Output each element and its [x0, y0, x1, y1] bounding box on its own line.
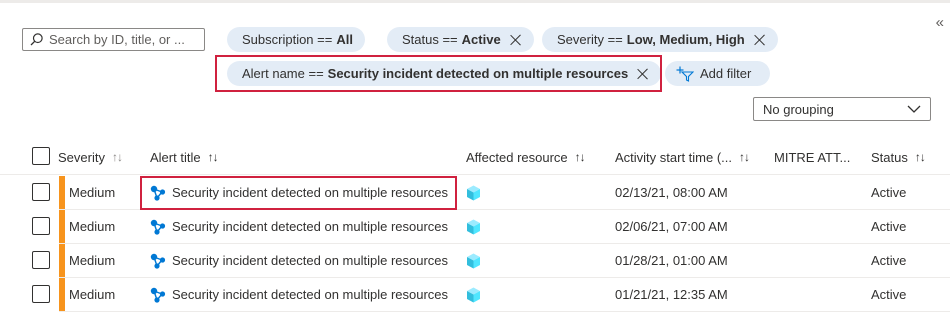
add-filter-label: Add filter	[700, 66, 752, 81]
severity-cell: Medium	[69, 185, 116, 200]
severity-cell: Medium	[69, 287, 116, 302]
search-icon	[30, 33, 43, 46]
severity-indicator	[59, 244, 65, 277]
alert-title: Security incident detected on multiple r…	[172, 219, 449, 234]
search-box[interactable]	[22, 28, 205, 51]
collapse-panel-icon[interactable]: «	[936, 14, 944, 31]
column-label: MITRE ATT...	[774, 149, 851, 165]
grouping-selected: No grouping	[763, 101, 834, 117]
add-filter-button[interactable]: Add filter	[665, 61, 770, 86]
filter-value: All	[336, 32, 353, 47]
filter-label: Severity ==	[557, 32, 623, 47]
filter-value: Active	[461, 32, 501, 47]
select-all-checkbox[interactable]	[32, 147, 50, 165]
chevron-down-icon	[907, 105, 921, 113]
severity-cell: Medium	[69, 219, 116, 234]
filter-value: Low, Medium, High	[626, 32, 745, 47]
activity-start-cell: 01/21/21, 12:35 AM	[615, 287, 728, 302]
table-row[interactable]: Medium Security incident detected on mul…	[0, 210, 950, 244]
status-cell: Active	[871, 287, 907, 302]
cube-icon[interactable]	[466, 185, 481, 201]
column-header-activity-start[interactable]: Activity start time (... ↑↓	[615, 140, 750, 174]
column-label: Affected resource	[466, 149, 568, 165]
row-checkbox[interactable]	[32, 285, 50, 303]
severity-cell: Medium	[69, 253, 116, 268]
top-divider	[0, 0, 950, 3]
row-checkbox[interactable]	[32, 217, 50, 235]
alert-title: Security incident detected on multiple r…	[172, 253, 449, 268]
row-checkbox[interactable]	[32, 183, 50, 201]
sort-icon[interactable]: ↑↓	[915, 150, 926, 164]
severity-indicator	[59, 210, 65, 243]
activity-start-cell: 02/13/21, 08:00 AM	[615, 185, 728, 200]
status-cell: Active	[871, 219, 907, 234]
column-label: Alert title	[150, 149, 201, 165]
column-header-status[interactable]: Status ↑↓	[871, 140, 926, 174]
close-icon[interactable]	[754, 34, 766, 46]
alert-title-link[interactable]: Security incident detected on multiple r…	[150, 287, 448, 303]
filter-pill-severity[interactable]: Severity == Low, Medium, High	[542, 27, 778, 52]
activity-start-cell: 01/28/21, 01:00 AM	[615, 253, 728, 268]
cube-icon[interactable]	[466, 253, 481, 269]
sort-icon[interactable]: ↑↓	[575, 150, 586, 164]
alert-title-link[interactable]: Security incident detected on multiple r…	[150, 219, 448, 235]
grouping-dropdown[interactable]: No grouping	[753, 97, 931, 121]
incident-icon	[150, 219, 166, 235]
alert-title-link[interactable]: Security incident detected on multiple r…	[150, 253, 448, 269]
cube-icon[interactable]	[466, 219, 481, 235]
column-label: Activity start time (...	[615, 149, 733, 165]
column-header-mitre[interactable]: MITRE ATT...	[774, 140, 850, 174]
status-cell: Active	[871, 253, 907, 268]
filter-pill-subscription[interactable]: Subscription == All	[227, 27, 365, 52]
header-divider	[0, 174, 950, 175]
close-icon[interactable]	[510, 34, 522, 46]
search-input[interactable]	[49, 32, 199, 47]
highlight-box-filter	[215, 55, 662, 92]
filter-pill-status[interactable]: Status == Active	[387, 27, 534, 52]
alert-title: Security incident detected on multiple r…	[172, 287, 449, 302]
column-label: Status	[871, 149, 908, 165]
incident-icon	[150, 253, 166, 269]
sort-icon[interactable]: ↑↓	[739, 150, 750, 164]
column-label: Severity	[58, 149, 105, 165]
column-header-alert-title[interactable]: Alert title ↑↓	[150, 140, 219, 174]
filter-label: Status ==	[402, 32, 458, 47]
add-filter-icon	[676, 66, 694, 82]
row-checkbox[interactable]	[32, 251, 50, 269]
highlight-box-alert-title	[140, 176, 457, 210]
table-row[interactable]: Medium Security incident detected on mul…	[0, 244, 950, 278]
severity-indicator	[59, 278, 65, 311]
column-header-affected-resource[interactable]: Affected resource ↑↓	[466, 140, 586, 174]
table-row[interactable]: Medium Security incident detected on mul…	[0, 278, 950, 312]
cube-icon[interactable]	[466, 287, 481, 303]
sort-icon[interactable]: ↑↓	[112, 150, 123, 164]
incident-icon	[150, 287, 166, 303]
filter-label: Subscription ==	[242, 32, 333, 47]
activity-start-cell: 02/06/21, 07:00 AM	[615, 219, 728, 234]
severity-indicator	[59, 176, 65, 209]
column-header-severity[interactable]: Severity ↑↓	[58, 140, 123, 174]
status-cell: Active	[871, 185, 907, 200]
sort-icon[interactable]: ↑↓	[208, 150, 219, 164]
